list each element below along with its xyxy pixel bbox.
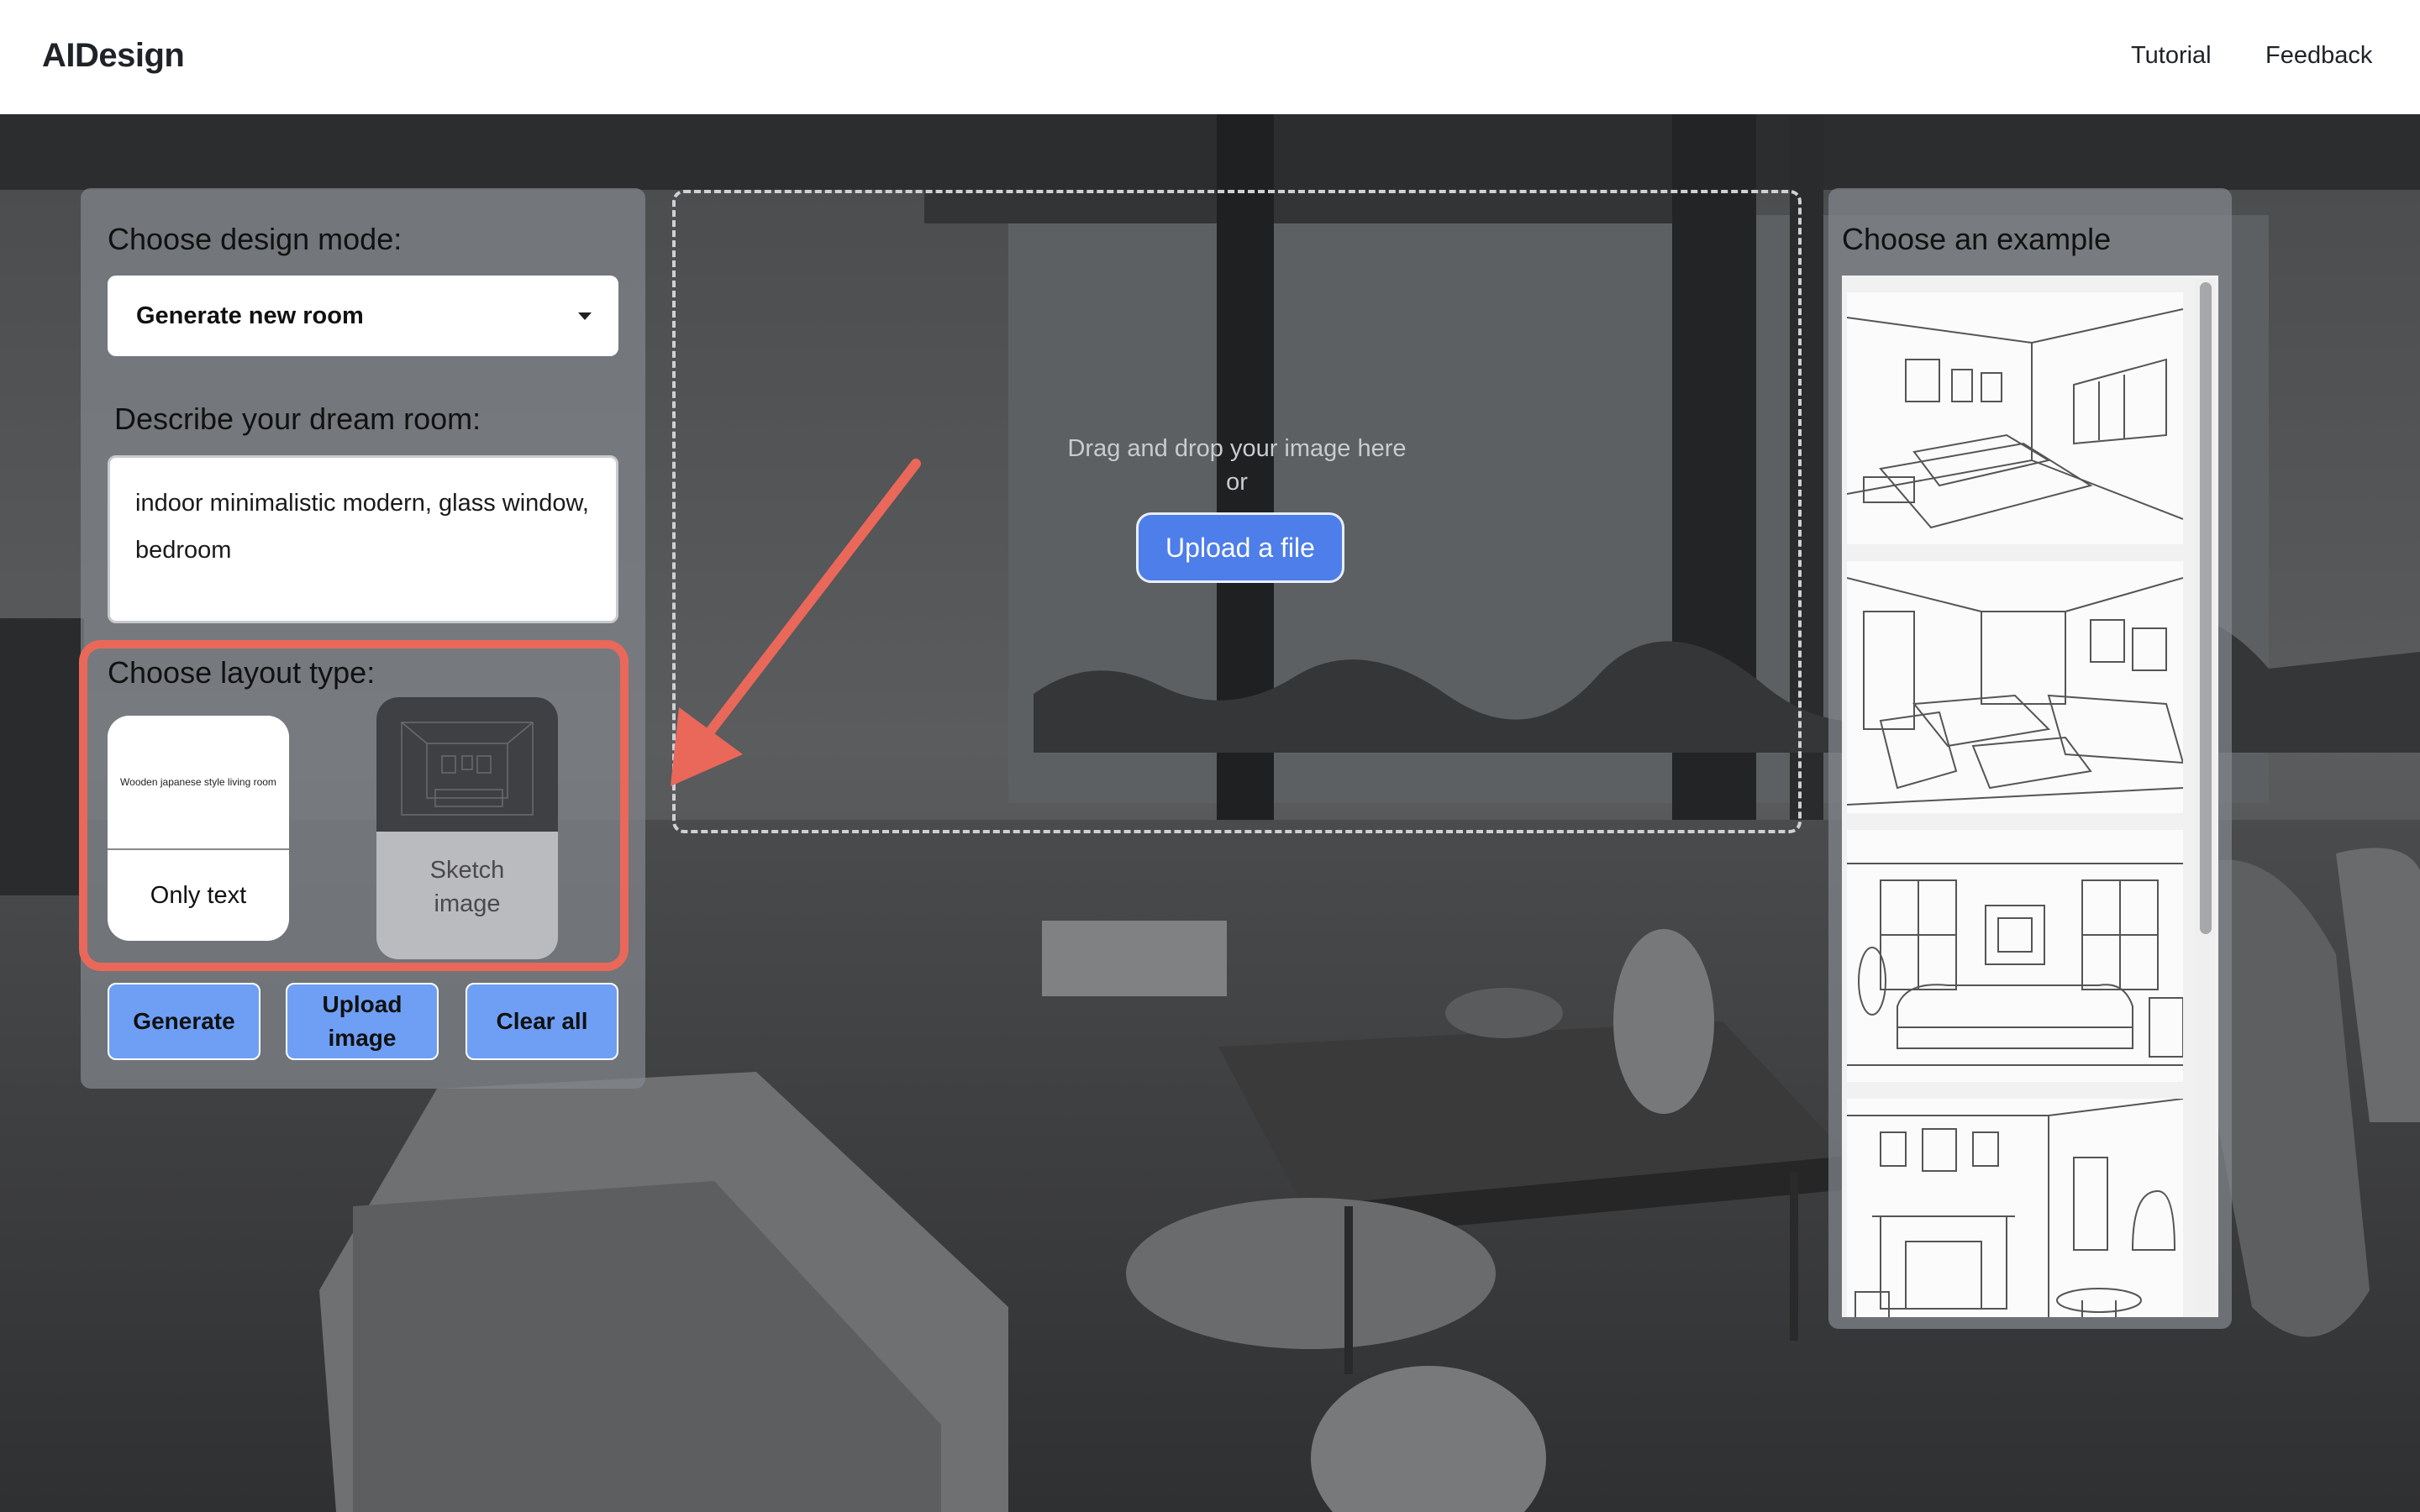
example-fireplace-room-sketch[interactable] (1847, 1099, 2183, 1317)
upload-image-button[interactable]: Upload image (286, 983, 439, 1060)
thumbnail-caption: Wooden japanese style living room (120, 776, 276, 788)
design-mode-label: Choose design mode: (108, 222, 402, 256)
describe-room-label: Describe your dream room: (114, 402, 481, 436)
upload-image-label-line2: image (328, 1025, 397, 1051)
sketch-label-line1: Sketch (429, 857, 505, 884)
examples-panel: Choose an example (1828, 188, 2232, 1329)
examples-title: Choose an example (1842, 222, 2112, 256)
chevron-down-icon (578, 312, 592, 320)
example-living-room-sketch[interactable] (1847, 561, 2183, 813)
dropzone-instruction: Drag and drop your image here (1067, 435, 1407, 462)
layout-card-only-text[interactable]: Wooden japanese style living room Only t… (108, 716, 289, 941)
layout-type-label: Choose layout type: (108, 655, 376, 690)
text-prompt-thumbnail: Wooden japanese style living room (108, 716, 289, 850)
sketch-thumbnail (376, 697, 558, 832)
examples-gallery[interactable] (1842, 276, 2218, 1317)
example-sofa-room-sketch[interactable] (1847, 830, 2183, 1082)
image-dropzone[interactable]: Drag and drop your image here or Upload … (672, 190, 1802, 833)
brand-logo[interactable]: AIDesign (42, 37, 185, 75)
upload-file-button[interactable]: Upload a file (1136, 512, 1344, 583)
room-description-input[interactable] (108, 455, 618, 623)
design-mode-value: Generate new room (136, 302, 364, 329)
app-header: AIDesign Tutorial Feedback (0, 0, 2420, 114)
nav-feedback[interactable]: Feedback (2265, 42, 2372, 70)
sketch-label-line2: image (434, 890, 501, 917)
nav-tutorial[interactable]: Tutorial (2131, 42, 2212, 70)
example-bedroom-sketch[interactable] (1847, 292, 2183, 544)
clear-all-button[interactable]: Clear all (466, 983, 618, 1060)
generate-button[interactable]: Generate (108, 983, 260, 1060)
only-text-label: Only text (150, 882, 247, 909)
dropzone-or: or (1226, 469, 1248, 496)
gallery-scrollbar[interactable] (2195, 279, 2215, 1312)
design-controls-panel: Choose design mode: Generate new room De… (79, 188, 645, 1089)
design-mode-select[interactable]: Generate new room (108, 276, 618, 356)
upload-image-label-line1: Upload (322, 991, 402, 1017)
layout-card-sketch-image[interactable]: Sketch image (376, 697, 558, 959)
gallery-scrollbar-thumb[interactable] (2200, 282, 2212, 934)
